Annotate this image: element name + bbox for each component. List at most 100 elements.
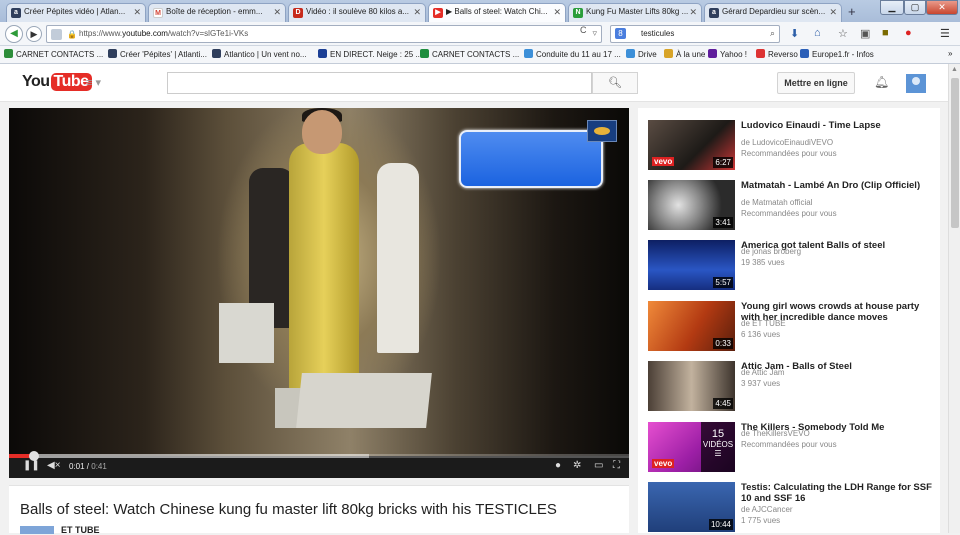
recommendation-channel: de ET TUBE [741,319,786,328]
recommendation-title[interactable]: Ludovico Einaudi - Time Lapse [741,120,935,131]
video-info-card: Balls of steel: Watch Chinese kung fu ma… [9,485,629,535]
recommendation-channel: de AJCCancer [741,505,793,514]
video-player[interactable]: ❚❚ ◀× 0:01 / 0:41 ● ✲ ▭ ⛶ [9,108,629,478]
browser-nav-bar: ◀ ▶ 🔒 https://www.youtube.com/watch?v=sl… [0,22,960,46]
bookmark-item[interactable]: EN DIRECT. Neige : 25 ... [318,49,422,59]
forward-arrow-icon[interactable]: ▶ [26,26,42,42]
url-bar[interactable]: 🔒 https://www.youtube.com/watch?v=slGTe1… [46,25,602,43]
close-tab-icon[interactable]: ✕ [553,7,561,18]
annotations-icon[interactable]: ● [555,460,561,471]
bookmark-item[interactable]: Conduite du 11 au 17 ... [524,49,621,59]
back-arrow-icon[interactable]: ◀ [5,25,23,43]
pause-icon[interactable]: ❚❚ [23,460,40,471]
notification-bell-icon[interactable]: 🔔︎ [874,75,889,89]
folder-icon [664,49,673,58]
new-tab-icon[interactable]: + [848,4,856,19]
bookmark-item[interactable]: Yahoo ! [708,49,747,59]
recommendation-meta: 3 937 vues [741,379,781,388]
browser-tab-6[interactable]: a Gérard Depardieu sur scèn... ✕ [704,3,842,22]
volume-icon[interactable]: ◀× [47,460,61,471]
url-domain: youtube.com [122,29,168,38]
maximize-window-icon[interactable]: ▢ [904,0,926,15]
browser-tab-5[interactable]: N Kung Fu Master Lifts 80kg ... ✕ [568,3,702,22]
video-thumbnail[interactable]: 0:33 [648,301,735,351]
video-thumbnail[interactable]: 5:57 [648,240,735,290]
duration-badge: 4:45 [713,398,733,409]
browser-tab-4-active[interactable]: ▶ ▶ Balls of steel: Watch Chi... ✕ [428,3,566,23]
progress-loaded [9,454,369,458]
google-engine-icon[interactable]: 8 [615,28,626,39]
bookmark-item[interactable]: Créer 'Pépites' | Atlanti... [108,49,207,59]
close-tab-icon[interactable]: ✕ [273,7,281,18]
close-tab-icon[interactable]: ✕ [689,7,697,18]
news-icon [318,49,327,58]
theater-mode-icon[interactable]: ▭ [594,460,603,471]
fullscreen-icon[interactable]: ⛶ [613,460,620,471]
close-tab-icon[interactable]: ✕ [133,7,141,18]
bookmark-item[interactable]: Reverso [756,49,798,59]
browser-tab-2[interactable]: M Boîte de réception - emm... ✕ [148,3,286,22]
scroll-up-icon[interactable]: ▲ [951,66,958,73]
scrubber-handle[interactable] [28,451,39,461]
bookmark-item[interactable]: CARNET CONTACTS ... [420,49,519,59]
browser-search-field[interactable]: 8 testicules ⌕ [610,25,780,43]
recommendation-item[interactable]: 4:45 Attic Jam - Balls of Steel de Attic… [648,357,934,411]
browser-tab-bar: a Créer Pépites vidéo | Atlan... ✕ M Boî… [0,0,960,23]
tab-label: Kung Fu Master Lifts 80kg ... [586,7,689,16]
recommendation-title[interactable]: Testis: Calculating the LDH Range for SS… [741,482,935,504]
bookmark-item[interactable]: Europe1.fr - Infos [800,49,874,59]
bookmark-item[interactable]: Drive [626,49,657,59]
bookmark-item[interactable]: À la une [664,49,705,59]
tab-label: Boîte de réception - emm... [166,7,263,16]
guide-menu-icon[interactable]: ≡ ▾ [86,76,101,89]
recommendation-item[interactable]: 5:57 America got talent Balls of steel d… [648,236,934,290]
browser-tab-3[interactable]: D Vidéo : il soulève 80 kilos a... ✕ [288,3,426,22]
search-button[interactable]: 🔍︎ [592,72,638,94]
recommendation-item[interactable]: 3:41 Matmatah - Lambé An Dro (Clip Offic… [648,176,934,230]
avatar[interactable] [906,74,926,93]
close-tab-icon[interactable]: ✕ [413,7,421,18]
browser-tab-1[interactable]: a Créer Pépites vidéo | Atlan... ✕ [6,3,146,22]
close-tab-icon[interactable]: ✕ [829,7,837,18]
channel-watermark[interactable] [587,120,617,142]
dropdown-arrow-icon[interactable]: ▿ [592,28,597,39]
youtube-logo[interactable]: You Tube [22,73,92,91]
recommendation-title[interactable]: Matmatah - Lambé An Dro (Clip Officiel) [741,180,935,191]
site-identity-icon[interactable] [51,29,62,40]
bookmark-item[interactable]: CARNET CONTACTS ... [4,49,103,59]
bookmark-star-icon[interactable]: ☆ [838,27,848,40]
menu-icon[interactable]: ☰ [940,27,950,40]
close-window-icon[interactable]: ✕ [926,0,958,15]
bookmark-item[interactable]: Atlantico | Un vent no... [212,49,307,59]
more-bookmarks-icon[interactable]: » [948,49,952,58]
playlist-overlay: 15 VIDÉOS ☰ [701,422,735,472]
recommendation-item[interactable]: vevo 15 VIDÉOS ☰ The Killers - Somebody … [648,418,934,472]
upload-button[interactable]: Mettre en ligne [777,72,855,94]
download-icon[interactable]: ⬇ [790,27,799,40]
scrollbar-thumb[interactable] [951,78,959,228]
minimize-window-icon[interactable]: ▁ [880,0,904,15]
drive-icon [4,49,13,58]
youtube-header: You Tube ≡ ▾ 🔍︎ Mettre en ligne 🔔︎ [0,64,948,102]
video-thumbnail[interactable]: 4:45 [648,361,735,411]
url-path: /watch?v=slGTe1i-VKs [167,29,249,38]
extension-icon[interactable]: ■ [882,27,889,39]
settings-gear-icon[interactable]: ✲ [573,460,581,471]
recommendation-meta: 1 775 vues [741,516,781,525]
page-scrollbar[interactable]: ▲ [948,64,960,533]
video-thumbnail[interactable]: vevo 6:27 [648,120,735,170]
addon-icon[interactable]: ● [905,27,912,39]
video-thumbnail[interactable]: 3:41 [648,180,735,230]
search-input[interactable] [167,72,592,94]
search-icon[interactable]: ⌕ [770,28,775,39]
home-icon[interactable]: ⌂ [814,27,821,39]
pocket-icon[interactable]: ▣ [860,27,870,40]
recommendation-item[interactable]: vevo 6:27 Ludovico Einaudi - Time Lapse … [648,116,934,170]
video-thumbnail[interactable]: 10:44 [648,482,735,532]
channel-name[interactable]: ET TUBE [61,525,100,535]
recommendation-item[interactable]: 0:33 Young girl wows crowds at house par… [648,297,934,351]
reload-icon[interactable]: C [580,25,587,35]
video-thumbnail[interactable]: vevo 15 VIDÉOS ☰ [648,422,735,472]
recommendation-item[interactable]: 10:44 Testis: Calculating the LDH Range … [648,478,934,532]
progress-bar[interactable] [9,451,629,461]
